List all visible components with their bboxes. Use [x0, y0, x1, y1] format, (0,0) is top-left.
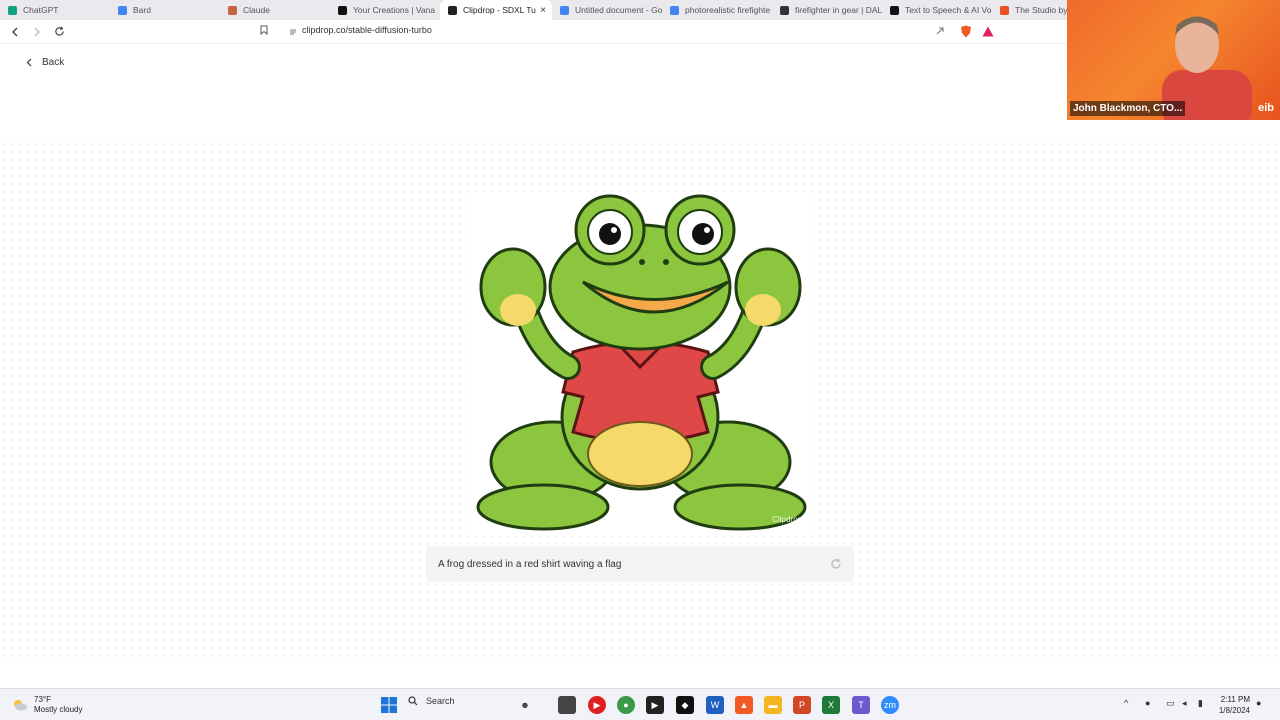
tab-favicon-icon — [8, 5, 17, 15]
chevron-left-icon — [26, 58, 32, 67]
generated-image[interactable]: Clipdrop — [468, 192, 812, 536]
tab-favicon-icon — [670, 5, 679, 15]
browser-tab[interactable]: Bard — [110, 0, 220, 20]
tab-favicon-icon — [890, 5, 899, 15]
notification-bell-icon[interactable]: ● — [1256, 698, 1261, 708]
eib-logo: eib — [1258, 102, 1274, 114]
chrome-icon[interactable]: ● — [617, 696, 635, 714]
file-explorer-dark-icon[interactable] — [558, 696, 576, 714]
cloud-icon — [14, 700, 27, 711]
browser-tab[interactable]: photorealistic firefighte — [662, 0, 772, 20]
tab-label: Text to Speech & AI Voi — [905, 5, 992, 15]
tab-label: photorealistic firefighte — [685, 5, 771, 15]
clock-time: 2:11 PM — [1220, 695, 1250, 704]
brave-browser-icon[interactable]: ▲ — [735, 696, 753, 714]
taskbar-search[interactable]: Search — [408, 696, 455, 706]
tab-favicon-icon — [338, 5, 347, 15]
clock[interactable]: 2:11 PM 1/8/2024 — [1219, 694, 1250, 716]
tab-label: Clipdrop - SDXL Tu — [463, 5, 536, 15]
tab-label: firefighter in gear | DAL — [795, 5, 882, 15]
app-dark-icon[interactable]: ◆ — [676, 696, 694, 714]
youtube-icon[interactable]: ▶ — [588, 696, 606, 714]
tab-label: Bard — [133, 5, 151, 15]
battery-icon[interactable]: ▮ — [1198, 698, 1203, 709]
participant-name: John Blackmon, CTO... — [1070, 101, 1186, 116]
tab-favicon-icon — [780, 5, 789, 15]
teams-icon[interactable]: T — [852, 696, 870, 714]
weather-condition: Mostly cloudy — [34, 705, 83, 714]
tab-label: ChatGPT — [23, 5, 59, 15]
tab-favicon-icon — [228, 5, 237, 15]
browser-tab[interactable]: firefighter in gear | DAL — [772, 0, 882, 20]
copilot-icon[interactable]: ☻ — [516, 696, 534, 714]
browser-tab[interactable]: Your Creations | Vana — [330, 0, 440, 20]
browser-tab[interactable]: Untitled document - Go — [552, 0, 662, 20]
video-call-tile[interactable]: John Blackmon, CTO... eib — [1067, 0, 1280, 120]
close-tab-icon[interactable]: × — [540, 5, 546, 16]
prompt-input-container — [426, 546, 854, 582]
app-icon[interactable]: ▶ — [646, 696, 664, 714]
tab-favicon-icon — [560, 5, 569, 15]
tab-label: Claude — [243, 5, 270, 15]
regenerate-icon[interactable] — [828, 556, 844, 572]
browser-tab[interactable]: Text to Speech & AI Voi — [882, 0, 992, 20]
share-icon[interactable] — [932, 23, 948, 39]
url-text[interactable]: clipdrop.co/stable-diffusion-turbo — [302, 25, 432, 35]
powerpoint-icon[interactable]: P — [793, 696, 811, 714]
weather-temperature: 73°F — [34, 695, 51, 704]
microphone-icon[interactable]: ● — [1145, 698, 1150, 708]
excel-icon[interactable]: X — [822, 696, 840, 714]
brave-shield-icon[interactable] — [958, 23, 974, 39]
site-info-icon[interactable] — [288, 24, 298, 42]
clipdrop-watermark: Clipdrop — [772, 515, 802, 524]
windows-start-icon[interactable] — [380, 696, 398, 714]
bookmark-icon[interactable] — [260, 25, 268, 38]
tab-favicon-icon — [448, 5, 457, 15]
reload-icon[interactable] — [48, 21, 70, 43]
weather-widget[interactable]: 73°F Mostly cloudy — [12, 695, 82, 715]
volume-icon[interactable]: ◂ — [1182, 698, 1187, 709]
browser-tab[interactable]: ChatGPT — [0, 0, 110, 20]
clock-date: 1/8/2024 — [1218, 706, 1250, 715]
back-link[interactable]: Back — [26, 57, 64, 68]
display-icon[interactable]: ▭ — [1166, 698, 1175, 709]
browser-tab[interactable]: Claude — [220, 0, 330, 20]
tab-favicon-icon — [1000, 5, 1009, 15]
search-label: Search — [426, 696, 455, 706]
folder-icon[interactable]: ▬ — [764, 696, 782, 714]
browser-tab[interactable]: Clipdrop - SDXL Tu × — [440, 0, 552, 20]
tab-label: Untitled document - Go — [575, 5, 662, 15]
forward-arrow-icon[interactable] — [26, 21, 48, 43]
address-bar: clipdrop.co/stable-diffusion-turbo — [0, 20, 1068, 44]
zoom-icon[interactable]: zm — [881, 696, 899, 714]
search-icon — [408, 696, 418, 706]
word-icon[interactable]: W — [706, 696, 724, 714]
windows-taskbar: 73°F Mostly cloudy Search ☻ ▶ ● ▶ ◆ W ▲ … — [0, 688, 1280, 720]
brave-rewards-icon[interactable] — [980, 23, 996, 39]
tab-label: Your Creations | Vana — [353, 5, 436, 15]
back-label: Back — [42, 57, 65, 68]
frog-illustration — [476, 194, 807, 531]
prompt-input[interactable] — [438, 558, 808, 570]
chevron-up-icon[interactable]: ^ — [1124, 698, 1128, 708]
back-arrow-icon[interactable] — [4, 21, 26, 43]
tab-favicon-icon — [118, 5, 127, 15]
